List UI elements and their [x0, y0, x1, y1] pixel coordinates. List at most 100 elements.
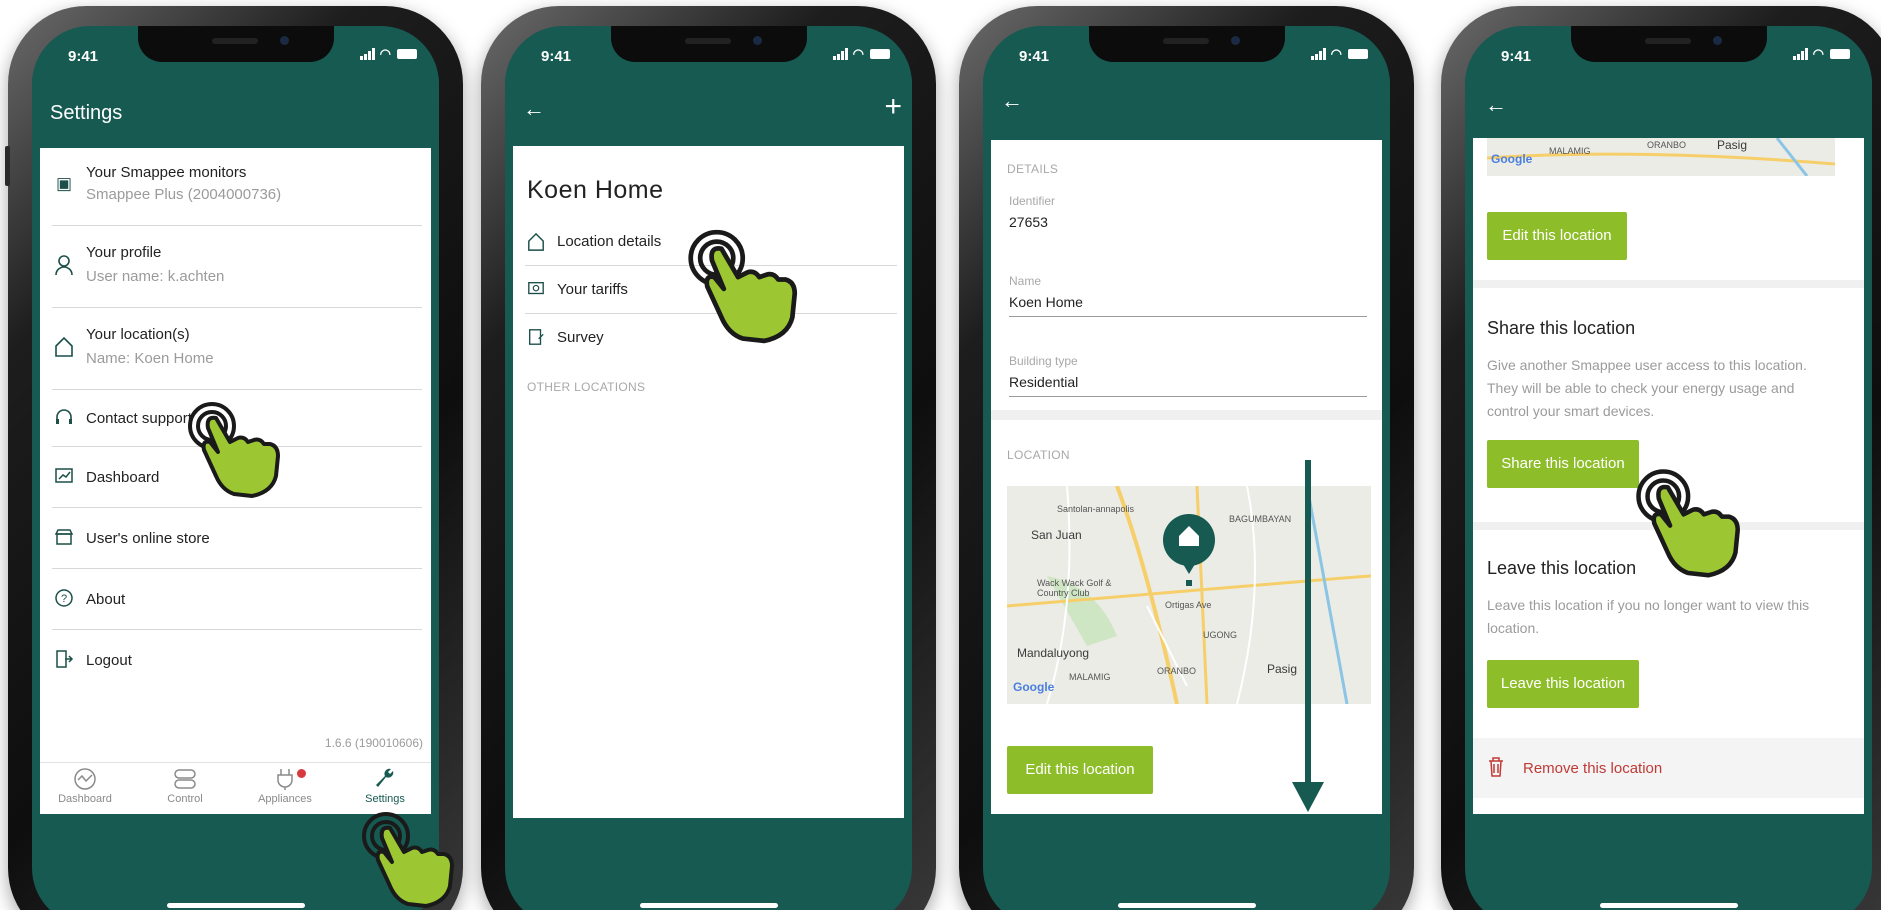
battery-icon [870, 49, 890, 59]
phone-frame-details: 9:41 ◠ ← DETAILS Identifier 27653 Name K… [959, 6, 1414, 910]
settings-item-locations[interactable]: Your location(s) Name: Koen Home [52, 308, 422, 390]
wifi-icon: ◠ [1330, 46, 1343, 61]
name-field-underline [1009, 316, 1367, 317]
home-icon [527, 232, 547, 252]
add-location-icon[interactable]: + [884, 90, 902, 124]
location-heading: Koen Home [527, 176, 664, 204]
app-bar: ← + [505, 78, 912, 138]
trash-icon [1487, 756, 1507, 780]
details-caption: DETAILS [1007, 162, 1059, 176]
settings-item-logout[interactable]: Logout [52, 630, 422, 691]
edit-location-button[interactable]: Edit this location [1487, 212, 1627, 260]
battery-icon [397, 49, 417, 59]
tab-label: Appliances [258, 793, 312, 805]
headset-icon [54, 408, 74, 428]
wifi-icon: ◠ [379, 46, 392, 61]
status-time: 9:41 [1019, 48, 1050, 65]
app-bar: ← [983, 78, 1390, 132]
status-icons: ◠ [1310, 46, 1368, 62]
notch [137, 26, 334, 62]
signal-icon [832, 48, 848, 60]
location-map-strip[interactable]: MALAMIG ORANBO Pasig Google [1487, 138, 1835, 176]
name-field[interactable]: Koen Home [1009, 294, 1083, 310]
name-label: Name [1009, 274, 1042, 288]
row-label: Your tariffs [557, 281, 628, 298]
logout-icon [54, 649, 74, 669]
map-label-santolan: Santolan-annapolis [1057, 504, 1135, 514]
tab-label: Control [167, 793, 203, 805]
section-divider [991, 410, 1382, 420]
tariff-icon [527, 280, 547, 300]
building-type-field[interactable]: Residential [1009, 374, 1078, 390]
notch [610, 26, 807, 62]
tab-appliances[interactable]: Appliances [240, 767, 330, 805]
map-label-pasig: Pasig [1267, 662, 1298, 676]
row-label: Location details [557, 233, 662, 250]
leave-location-button[interactable]: Leave this location [1487, 660, 1639, 708]
status-icons: ◠ [1792, 46, 1850, 62]
leave-heading: Leave this location [1487, 558, 1637, 578]
tap-hand-icon [186, 392, 296, 502]
store-icon [54, 528, 74, 548]
battery-icon [1830, 49, 1850, 59]
wifi-icon: ◠ [852, 46, 865, 61]
home-indicator [166, 903, 305, 908]
chart-icon [54, 467, 74, 487]
tab-label: Dashboard [58, 793, 112, 805]
settings-item-sublabel: Name: Koen Home [86, 350, 214, 367]
building-field-underline [1009, 396, 1367, 397]
home-indicator [1117, 903, 1256, 908]
settings-item-label: Contact support [86, 410, 192, 427]
back-arrow-icon[interactable]: ← [1485, 92, 1507, 118]
map-pin-icon [1161, 512, 1217, 586]
map-label-ortigas: Ortigas Ave [1165, 600, 1212, 610]
map-label-malamig: MALAMIG [1069, 672, 1111, 682]
share-heading: Share this location [1487, 318, 1636, 338]
settings-item-profile[interactable]: Your profile User name: k.achten [52, 226, 422, 308]
settings-item-about[interactable]: ? About [52, 569, 422, 630]
map-label-malamig: MALAMIG [1549, 146, 1591, 156]
status-time: 9:41 [68, 48, 99, 65]
tap-hand-icon [360, 802, 470, 910]
side-button [5, 146, 10, 186]
settings-item-online-store[interactable]: User's online store [52, 508, 422, 569]
settings-item-label: Your location(s) [86, 326, 190, 343]
edit-location-button[interactable]: Edit this location [1007, 746, 1153, 794]
settings-item-monitors[interactable]: ▣ Your Smappee monitors Smappee Plus (20… [52, 148, 422, 226]
remove-location-row[interactable]: Remove this location [1473, 738, 1864, 798]
settings-item-label: About [86, 591, 126, 608]
control-icon [172, 767, 198, 791]
row-label: Survey [557, 329, 604, 346]
location-map[interactable]: San Juan Mandaluyong Pasig BAGUMBAYAN UG… [1007, 486, 1371, 704]
map-label-wackwack: Wack Wack Golf & Country Club [1037, 578, 1112, 598]
map-label-mandaluyong: Mandaluyong [1017, 646, 1090, 660]
back-arrow-icon[interactable]: ← [523, 96, 545, 122]
share-location-button[interactable]: Share this location [1487, 440, 1639, 488]
settings-item-sublabel: User name: k.achten [86, 268, 225, 285]
remove-location-label: Remove this location [1523, 760, 1663, 777]
status-time: 9:41 [1501, 48, 1532, 65]
location-caption: LOCATION [1007, 448, 1070, 462]
tab-control[interactable]: Control [140, 767, 230, 805]
signal-icon [1792, 48, 1808, 60]
app-bar: Settings [32, 78, 439, 138]
settings-item-label: Logout [86, 652, 132, 669]
settings-item-label: Your Smappee monitors [86, 164, 247, 181]
dashboard-icon [72, 767, 98, 791]
section-divider [1473, 280, 1864, 288]
back-arrow-icon[interactable]: ← [1001, 88, 1023, 114]
status-icons: ◠ [359, 46, 417, 62]
tap-hand-icon [686, 218, 816, 348]
google-logo: Google [1491, 152, 1533, 166]
monitor-icon: ▣ [55, 174, 73, 193]
tab-settings[interactable]: Settings [340, 767, 430, 805]
settings-item-label: Your profile [86, 244, 162, 261]
status-time: 9:41 [541, 48, 572, 65]
tab-dashboard[interactable]: Dashboard [40, 767, 130, 805]
settings-item-label: User's online store [86, 530, 210, 547]
scroll-down-arrow-icon [1292, 782, 1324, 812]
other-locations-caption: OTHER LOCATIONS [527, 380, 646, 394]
google-logo: Google [1013, 680, 1055, 694]
app-version: 1.6.6 (190010606) [324, 736, 423, 750]
home-icon [54, 336, 74, 357]
